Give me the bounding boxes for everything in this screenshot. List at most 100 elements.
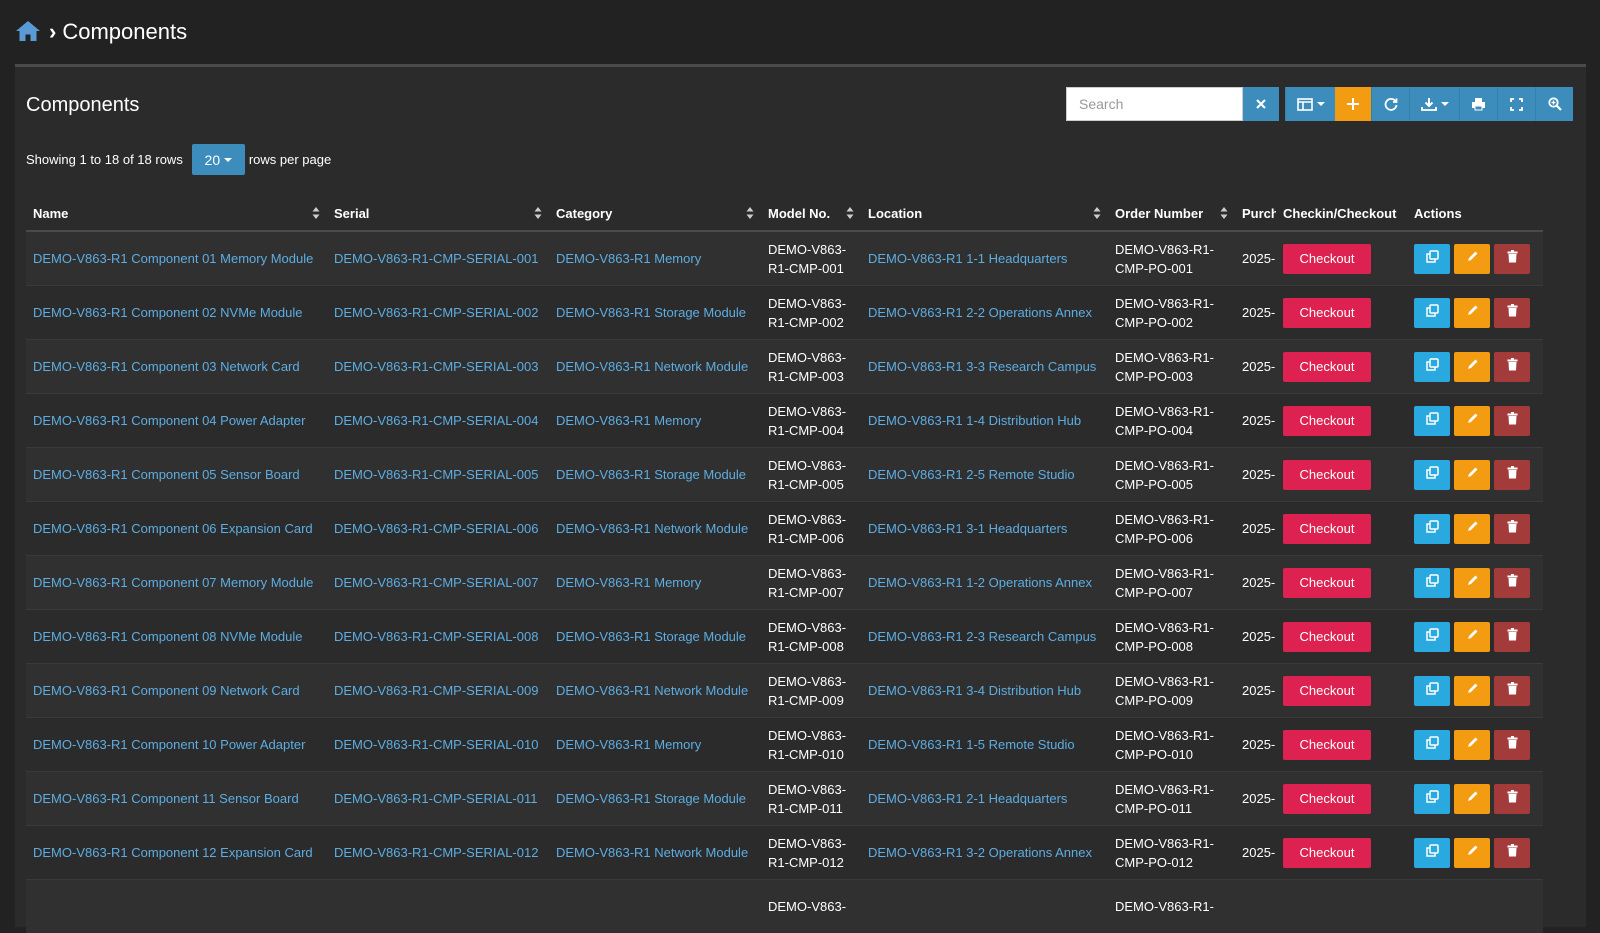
serial-link[interactable]: DEMO-V863-R1-CMP-SERIAL-004 — [334, 411, 542, 430]
print-button[interactable] — [1459, 87, 1497, 121]
category-link[interactable]: DEMO-V863-R1 Network Module — [556, 843, 754, 862]
location-link[interactable]: DEMO-V863-R1 1-5 Remote Studio — [868, 735, 1101, 754]
columns-toggle-button[interactable] — [1285, 87, 1335, 121]
edit-button[interactable] — [1454, 298, 1490, 328]
serial-link[interactable]: DEMO-V863-R1-CMP-SERIAL-001 — [334, 249, 542, 268]
column-header-category[interactable]: Category — [549, 196, 761, 231]
serial-link[interactable]: DEMO-V863-R1-CMP-SERIAL-010 — [334, 735, 542, 754]
clone-button[interactable] — [1414, 514, 1450, 544]
edit-button[interactable] — [1454, 622, 1490, 652]
clone-button[interactable] — [1414, 298, 1450, 328]
location-link[interactable]: DEMO-V863-R1 3-4 Distribution Hub — [868, 681, 1101, 700]
component-name-link[interactable]: DEMO-V863-R1 Component 03 Network Card — [33, 357, 320, 376]
column-header-model[interactable]: Model No. — [761, 196, 861, 231]
category-link[interactable]: DEMO-V863-R1 Memory — [556, 411, 754, 430]
edit-button[interactable] — [1454, 838, 1490, 868]
add-button[interactable] — [1335, 87, 1371, 121]
delete-button[interactable] — [1494, 730, 1530, 760]
checkout-button[interactable]: Checkout — [1283, 730, 1371, 760]
checkout-button[interactable]: Checkout — [1283, 406, 1371, 436]
location-link[interactable]: DEMO-V863-R1 1-4 Distribution Hub — [868, 411, 1101, 430]
category-link[interactable]: DEMO-V863-R1 Memory — [556, 249, 754, 268]
edit-button[interactable] — [1454, 352, 1490, 382]
serial-link[interactable]: DEMO-V863-R1-CMP-SERIAL-008 — [334, 627, 542, 646]
edit-button[interactable] — [1454, 406, 1490, 436]
column-header-name[interactable]: Name — [26, 196, 327, 231]
location-link[interactable]: DEMO-V863-R1 2-3 Research Campus — [868, 627, 1101, 646]
checkout-button[interactable]: Checkout — [1283, 244, 1371, 274]
location-link[interactable]: DEMO-V863-R1 2-2 Operations Annex — [868, 303, 1101, 322]
category-link[interactable]: DEMO-V863-R1 Network Module — [556, 519, 754, 538]
column-header-location[interactable]: Location — [861, 196, 1108, 231]
edit-button[interactable] — [1454, 514, 1490, 544]
clone-button[interactable] — [1414, 568, 1450, 598]
serial-link[interactable]: DEMO-V863-R1-CMP-SERIAL-012 — [334, 843, 542, 862]
category-link[interactable]: DEMO-V863-R1 Memory — [556, 735, 754, 754]
serial-link[interactable]: DEMO-V863-R1-CMP-SERIAL-007 — [334, 573, 542, 592]
edit-button[interactable] — [1454, 244, 1490, 274]
column-header-purchase[interactable]: Purch — [1235, 196, 1276, 231]
delete-button[interactable] — [1494, 676, 1530, 706]
checkout-button[interactable]: Checkout — [1283, 460, 1371, 490]
category-link[interactable]: DEMO-V863-R1 Memory — [556, 573, 754, 592]
advanced-search-button[interactable] — [1535, 87, 1573, 121]
fullscreen-button[interactable] — [1497, 87, 1535, 121]
serial-link[interactable]: DEMO-V863-R1-CMP-SERIAL-006 — [334, 519, 542, 538]
location-link[interactable]: DEMO-V863-R1 3-2 Operations Annex — [868, 843, 1101, 862]
delete-button[interactable] — [1494, 568, 1530, 598]
page-size-dropdown[interactable]: 20 — [192, 144, 245, 175]
column-header-serial[interactable]: Serial — [327, 196, 549, 231]
location-link[interactable]: DEMO-V863-R1 2-5 Remote Studio — [868, 465, 1101, 484]
delete-button[interactable] — [1494, 352, 1530, 382]
location-link[interactable]: DEMO-V863-R1 1-1 Headquarters — [868, 249, 1101, 268]
category-link[interactable]: DEMO-V863-R1 Storage Module — [556, 789, 754, 808]
checkout-button[interactable]: Checkout — [1283, 298, 1371, 328]
clone-button[interactable] — [1414, 352, 1450, 382]
component-name-link[interactable]: DEMO-V863-R1 Component 09 Network Card — [33, 681, 320, 700]
column-header-order-number[interactable]: Order Number — [1108, 196, 1235, 231]
checkout-button[interactable]: Checkout — [1283, 514, 1371, 544]
checkout-button[interactable]: Checkout — [1283, 622, 1371, 652]
checkout-button[interactable]: Checkout — [1283, 352, 1371, 382]
checkout-button[interactable]: Checkout — [1283, 784, 1371, 814]
delete-button[interactable] — [1494, 622, 1530, 652]
serial-link[interactable]: DEMO-V863-R1-CMP-SERIAL-011 — [334, 789, 542, 808]
component-name-link[interactable]: DEMO-V863-R1 Component 08 NVMe Module — [33, 627, 320, 646]
serial-link[interactable]: DEMO-V863-R1-CMP-SERIAL-003 — [334, 357, 542, 376]
delete-button[interactable] — [1494, 514, 1530, 544]
component-name-link[interactable]: DEMO-V863-R1 Component 11 Sensor Board — [33, 789, 320, 808]
edit-button[interactable] — [1454, 568, 1490, 598]
serial-link[interactable]: DEMO-V863-R1-CMP-SERIAL-005 — [334, 465, 542, 484]
delete-button[interactable] — [1494, 460, 1530, 490]
component-name-link[interactable]: DEMO-V863-R1 Component 10 Power Adapter — [33, 735, 320, 754]
category-link[interactable]: DEMO-V863-R1 Network Module — [556, 681, 754, 700]
edit-button[interactable] — [1454, 730, 1490, 760]
component-name-link[interactable]: DEMO-V863-R1 Component 07 Memory Module — [33, 573, 320, 592]
delete-button[interactable] — [1494, 244, 1530, 274]
clone-button[interactable] — [1414, 838, 1450, 868]
clone-button[interactable] — [1414, 622, 1450, 652]
clone-button[interactable] — [1414, 406, 1450, 436]
location-link[interactable]: DEMO-V863-R1 2-1 Headquarters — [868, 789, 1101, 808]
edit-button[interactable] — [1454, 784, 1490, 814]
component-name-link[interactable]: DEMO-V863-R1 Component 04 Power Adapter — [33, 411, 320, 430]
delete-button[interactable] — [1494, 784, 1530, 814]
clone-button[interactable] — [1414, 730, 1450, 760]
clone-button[interactable] — [1414, 676, 1450, 706]
location-link[interactable]: DEMO-V863-R1 3-3 Research Campus — [868, 357, 1101, 376]
checkout-button[interactable]: Checkout — [1283, 568, 1371, 598]
refresh-button[interactable] — [1371, 87, 1409, 121]
serial-link[interactable]: DEMO-V863-R1-CMP-SERIAL-002 — [334, 303, 542, 322]
category-link[interactable]: DEMO-V863-R1 Storage Module — [556, 627, 754, 646]
clear-search-button[interactable] — [1243, 87, 1279, 121]
clone-button[interactable] — [1414, 460, 1450, 490]
category-link[interactable]: DEMO-V863-R1 Storage Module — [556, 465, 754, 484]
component-name-link[interactable]: DEMO-V863-R1 Component 06 Expansion Card — [33, 519, 320, 538]
edit-button[interactable] — [1454, 460, 1490, 490]
home-icon[interactable] — [15, 19, 41, 45]
checkout-button[interactable]: Checkout — [1283, 838, 1371, 868]
serial-link[interactable]: DEMO-V863-R1-CMP-SERIAL-009 — [334, 681, 542, 700]
category-link[interactable]: DEMO-V863-R1 Storage Module — [556, 303, 754, 322]
location-link[interactable]: DEMO-V863-R1 3-1 Headquarters — [868, 519, 1101, 538]
component-name-link[interactable]: DEMO-V863-R1 Component 01 Memory Module — [33, 249, 320, 268]
